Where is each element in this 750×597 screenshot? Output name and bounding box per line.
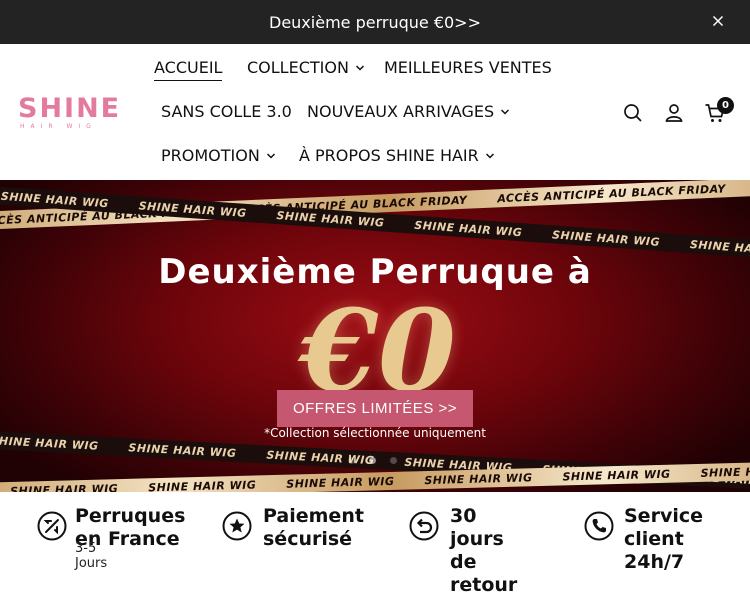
search-icon[interactable] <box>622 102 644 124</box>
carousel-dots <box>348 457 397 464</box>
limited-offers-button[interactable]: OFFRES LIMITÉES >> <box>277 390 473 427</box>
feature-title-line: Service <box>624 505 703 527</box>
hero-stripe-text: SHINE HAIR WIG <box>0 189 110 210</box>
nav-item-collection[interactable]: COLLECTION <box>247 58 365 77</box>
announcement-text[interactable]: Deuxième perruque €0>> <box>269 13 481 32</box>
user-icon[interactable] <box>663 102 685 124</box>
hero-stripe-text: SHINE HAIR WIG <box>562 467 671 483</box>
close-icon[interactable] <box>710 13 726 29</box>
chevron-down-icon <box>266 152 275 159</box>
brand-logo[interactable]: SHINE HAIR WIG <box>18 93 122 130</box>
nav-item-sans-colle[interactable]: SANS COLLE 3.0 <box>161 102 292 121</box>
return-icon <box>409 511 439 541</box>
feature-title: Paiement sécurisé <box>263 505 364 551</box>
hero-note: *Collection sélectionnée uniquement <box>264 426 486 440</box>
hero-banner[interactable]: ACCÈS ANTICIPÉ AU BLACK FRIDAY ACCÈS ANT… <box>0 180 750 492</box>
nav-item-label: À PROPOS SHINE HAIR <box>299 146 479 165</box>
star-icon <box>222 511 252 541</box>
hero-stripe-text: ACCÈS ANTICIPÉ AU BLACK FRIDAY <box>725 180 750 195</box>
hero-stripe-text: SHINE HAIR WIG <box>551 227 661 249</box>
carousel-dot-active[interactable] <box>369 457 376 464</box>
carousel-dot[interactable] <box>348 457 355 464</box>
nav-item-label: SANS COLLE 3.0 <box>161 102 292 121</box>
feature-title-line: Paiement <box>263 505 364 527</box>
announcement-bar[interactable]: Deuxième perruque €0>> <box>0 0 750 44</box>
airplane-icon <box>37 511 67 541</box>
features-strip: Perruques en France 3-5 Jours Paiement s… <box>0 492 750 596</box>
hero-stripe-text: SHINE HAIR WIG <box>413 218 523 239</box>
feature-title-line: de retour <box>450 551 518 596</box>
nav-item-label: COLLECTION <box>247 58 349 77</box>
chevron-down-icon <box>485 152 494 159</box>
feature-title-line: 30 jours <box>450 505 504 550</box>
nav-item-nouveaux-arrivages[interactable]: NOUVEAUX ARRIVAGES <box>307 102 510 121</box>
cart-count-badge: 0 <box>717 97 734 114</box>
brand-name: SHINE <box>18 93 122 124</box>
nav-item-label: MEILLEURES VENTES <box>384 58 552 77</box>
brand-tagline: HAIR WIG <box>20 123 97 130</box>
nav-item-promotion[interactable]: PROMOTION <box>161 146 276 165</box>
nav-item-label: ACCUEIL <box>154 58 223 81</box>
feature-title-line: sécurisé <box>263 528 353 550</box>
feature-title-line: Perruques <box>75 505 186 527</box>
feature-title-line: client <box>624 528 684 550</box>
hero-stripe-text: SHINE HAIR WIG <box>424 470 533 487</box>
nav-item-label: PROMOTION <box>161 146 260 165</box>
hero-stripe-text: SHINE HAIR WIG <box>9 481 119 492</box>
chevron-down-icon <box>501 108 510 115</box>
hero-stripe-text: SHINE HAIR WIG <box>128 440 237 460</box>
site-header: SHINE HAIR WIG ACCUEIL COLLECTION MEILLE… <box>0 44 750 180</box>
nav-item-label: NOUVEAUX ARRIVAGES <box>307 102 495 121</box>
hero-stripe-text: ACCÈS ANTICIPÉ AU BLACK FRIDAY <box>496 181 727 205</box>
nav-item-meilleures-ventes[interactable]: MEILLEURES VENTES <box>384 58 552 77</box>
feature-subtitle: 3-5 Jours <box>75 541 108 571</box>
carousel-dot[interactable] <box>390 457 397 464</box>
chevron-down-icon <box>355 64 364 71</box>
phone-icon <box>584 511 614 541</box>
nav-item-a-propos[interactable]: À PROPOS SHINE HAIR <box>299 146 495 165</box>
feature-title: Service client 24h/7 <box>624 505 703 574</box>
hero-stripe-text: SHINE HAIR WIG <box>148 478 257 492</box>
hero-stripe-text: SHINE HAIR WIG <box>700 464 750 480</box>
hero-stripe-text: SHINE HAIR WIG <box>286 474 395 491</box>
feature-title: 30 jours de retour <box>450 505 517 597</box>
nav-item-accueil[interactable]: ACCUEIL <box>154 58 223 81</box>
